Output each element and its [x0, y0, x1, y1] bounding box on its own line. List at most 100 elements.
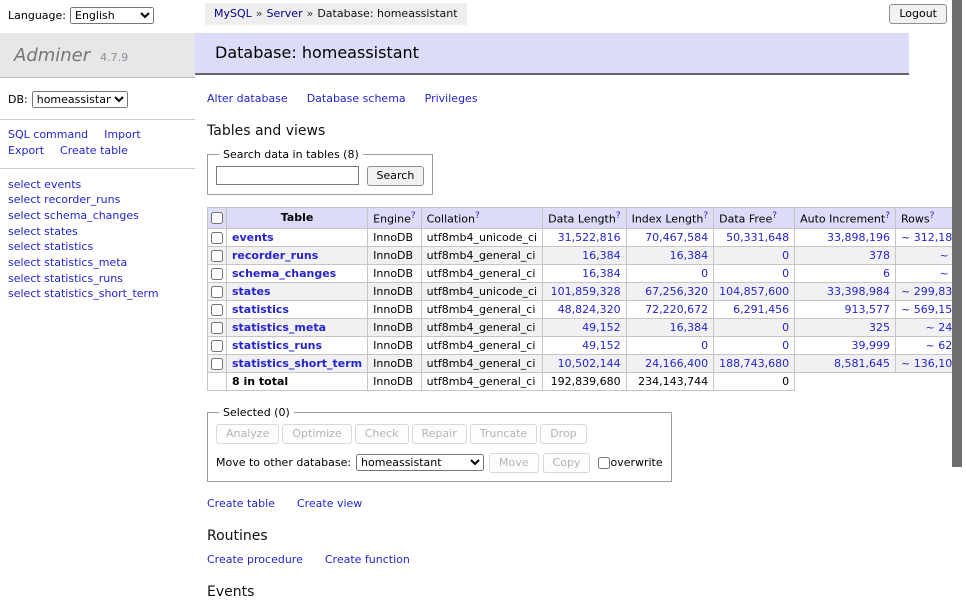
table-link-statistics_runs[interactable]: statistics_runs [232, 339, 322, 352]
sql-command-link[interactable]: SQL command [8, 128, 88, 141]
sidebar-item-events[interactable]: select events [8, 177, 187, 193]
data-length-link[interactable]: 16,384 [582, 249, 621, 262]
table-link-states[interactable]: states [232, 285, 271, 298]
data-free-link[interactable]: 0 [782, 267, 789, 280]
drop-button[interactable]: Drop [540, 424, 586, 444]
sidebar-item-statistics[interactable]: select statistics [8, 239, 187, 255]
auto-increment-link[interactable]: 33,898,196 [827, 231, 890, 244]
move-database-select[interactable]: homeassistant [356, 454, 484, 471]
rows-link[interactable]: ~ 569,159 [901, 303, 959, 316]
create-view-link[interactable]: Create view [297, 497, 362, 510]
import-link[interactable]: Import [104, 128, 141, 141]
data-free-link[interactable]: 0 [782, 249, 789, 262]
index-length-link[interactable]: 67,256,320 [645, 285, 708, 298]
optimize-button[interactable]: Optimize [282, 424, 351, 444]
data-free-cell: 0 [714, 318, 795, 336]
rows-link[interactable]: ~ 136,108 [901, 357, 959, 370]
data-free-link[interactable]: 50,331,648 [726, 231, 789, 244]
sidebar-item-states[interactable]: select states [8, 224, 187, 240]
row-checkbox-events[interactable] [211, 232, 223, 244]
copy-button[interactable]: Copy [543, 453, 591, 473]
sidebar-item-statistics_short_term[interactable]: select statistics_short_term [8, 286, 187, 302]
row-checkbox-statistics_short_term[interactable] [211, 358, 223, 370]
data-length-link[interactable]: 31,522,816 [558, 231, 621, 244]
sidebar-item-recorder_runs[interactable]: select recorder_runs [8, 192, 187, 208]
table-link-schema_changes[interactable]: schema_changes [232, 267, 336, 280]
index-length-link[interactable]: 16,384 [670, 321, 709, 334]
create-function-link[interactable]: Create function [325, 553, 410, 566]
move-button[interactable]: Move [489, 453, 539, 473]
row-checkbox-statistics_meta[interactable] [211, 322, 223, 334]
rows-link[interactable]: ~ 299,833 [901, 285, 959, 298]
check-button[interactable]: Check [355, 424, 409, 444]
auto-increment-link[interactable]: 325 [869, 321, 890, 334]
row-checkbox-schema_changes[interactable] [211, 268, 223, 280]
table-link-statistics_short_term[interactable]: statistics_short_term [232, 357, 362, 370]
auto-increment-link[interactable]: 39,999 [852, 339, 891, 352]
auto-increment-link[interactable]: 6 [883, 267, 890, 280]
index-length-link[interactable]: 72,220,672 [645, 303, 708, 316]
index-length-link[interactable]: 70,467,584 [645, 231, 708, 244]
help-icon[interactable]: ? [475, 211, 480, 221]
row-checkbox-statistics_runs[interactable] [211, 340, 223, 352]
export-link[interactable]: Export [8, 144, 44, 157]
index-length-link[interactable]: 0 [701, 267, 708, 280]
data-free-link[interactable]: 188,743,680 [719, 357, 789, 370]
data-length-link[interactable]: 49,152 [582, 321, 621, 334]
data-length-link[interactable]: 49,152 [582, 339, 621, 352]
analyze-button[interactable]: Analyze [216, 424, 279, 444]
row-checkbox-recorder_runs[interactable] [211, 250, 223, 262]
index-length-link[interactable]: 0 [701, 339, 708, 352]
data-length-link[interactable]: 48,824,320 [558, 303, 621, 316]
sidebar-item-schema_changes[interactable]: select schema_changes [8, 208, 187, 224]
data-free-link[interactable]: 0 [782, 321, 789, 334]
data-length-link[interactable]: 10,502,144 [558, 357, 621, 370]
table-link-events[interactable]: events [232, 231, 274, 244]
table-link-recorder_runs[interactable]: recorder_runs [232, 249, 318, 262]
help-icon[interactable]: ? [885, 211, 890, 221]
create-procedure-link[interactable]: Create procedure [207, 553, 303, 566]
data-free-link[interactable]: 104,857,600 [719, 285, 789, 298]
index-length-link[interactable]: 16,384 [670, 249, 709, 262]
help-icon[interactable]: ? [616, 211, 621, 221]
db-select[interactable]: homeassistant [32, 91, 128, 108]
app-version-link[interactable]: 4.7.9 [100, 51, 128, 64]
privileges-link[interactable]: Privileges [425, 92, 478, 105]
select-all-checkbox[interactable] [211, 212, 223, 224]
sidebar-item-statistics_runs[interactable]: select statistics_runs [8, 271, 187, 287]
create-table-link[interactable]: Create table [207, 497, 275, 510]
row-checkbox-states[interactable] [211, 286, 223, 298]
create-table-link-sidebar[interactable]: Create table [60, 144, 128, 157]
search-button[interactable]: Search [367, 166, 425, 186]
logout-button[interactable]: Logout [889, 4, 947, 24]
repair-button[interactable]: Repair [412, 424, 467, 444]
breadcrumb-item[interactable]: MySQL [214, 7, 252, 20]
row-checkbox-statistics[interactable] [211, 304, 223, 316]
language-select[interactable]: English [70, 7, 154, 24]
auto-increment-link[interactable]: 33,398,984 [827, 285, 890, 298]
database-schema-link[interactable]: Database schema [307, 92, 406, 105]
search-input[interactable] [216, 166, 359, 185]
auto-increment-link[interactable]: 8,581,645 [834, 357, 890, 370]
data-free-link[interactable]: 0 [782, 339, 789, 352]
data-length-link[interactable]: 16,384 [582, 267, 621, 280]
help-icon[interactable]: ? [411, 211, 416, 221]
truncate-button[interactable]: Truncate [470, 424, 537, 444]
alter-database-link[interactable]: Alter database [207, 92, 288, 105]
help-icon[interactable]: ? [772, 211, 777, 221]
help-icon[interactable]: ? [930, 211, 935, 221]
tables-heading: Tables and views [207, 123, 897, 139]
table-link-statistics[interactable]: statistics [232, 303, 289, 316]
rows-link[interactable]: ~ 312,180 [901, 231, 959, 244]
data-length-link[interactable]: 101,859,328 [551, 285, 621, 298]
breadcrumb-item[interactable]: Server [267, 7, 303, 20]
table-link-statistics_meta[interactable]: statistics_meta [232, 321, 326, 334]
help-icon[interactable]: ? [703, 211, 708, 221]
auto-increment-link[interactable]: 378 [869, 249, 890, 262]
sidebar-item-statistics_meta[interactable]: select statistics_meta [8, 255, 187, 271]
auto-increment-link[interactable]: 913,577 [845, 303, 891, 316]
data-free-link[interactable]: 6,291,456 [733, 303, 789, 316]
scrollbar-thumb[interactable] [952, 0, 962, 467]
overwrite-checkbox[interactable] [598, 457, 610, 469]
index-length-link[interactable]: 24,166,400 [645, 357, 708, 370]
